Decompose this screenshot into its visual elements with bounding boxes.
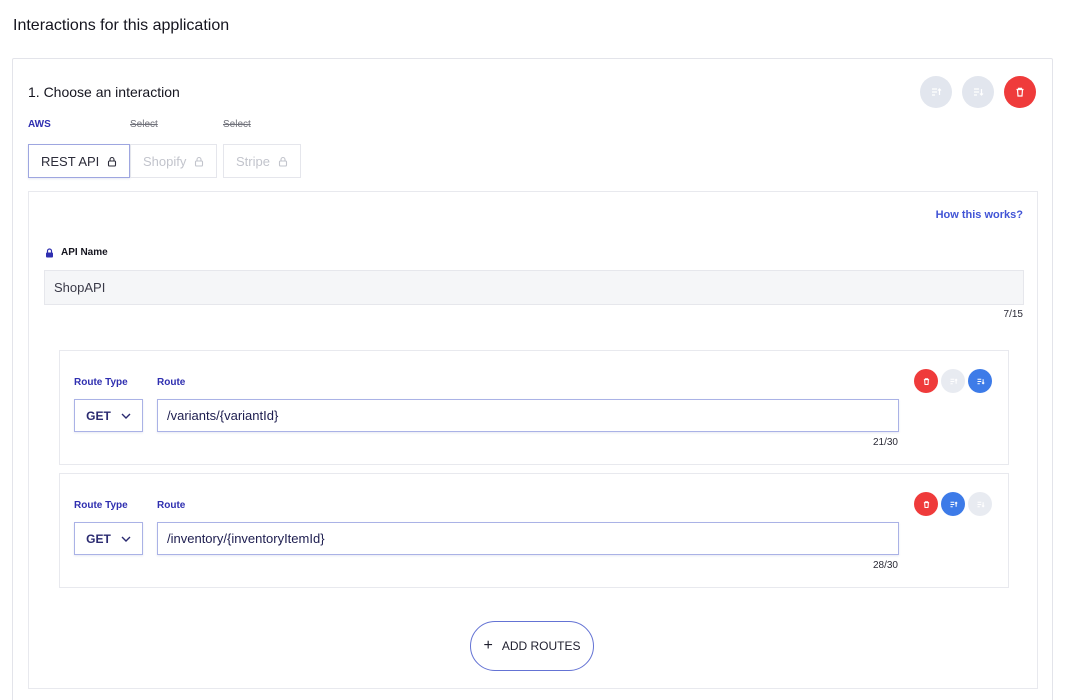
route-type-select[interactable]: GET xyxy=(74,522,143,555)
provider-option-stripe[interactable]: Stripe xyxy=(223,144,301,178)
move-up-icon xyxy=(950,378,958,384)
lock-icon xyxy=(108,156,117,167)
provider-option-label: Stripe xyxy=(236,153,270,169)
plus-icon: + xyxy=(483,637,493,654)
route-path-input[interactable]: /inventory/{inventoryItemId} xyxy=(157,522,899,555)
move-down-icon xyxy=(974,88,984,96)
chevron-down-icon xyxy=(121,536,131,542)
delete-route-button[interactable] xyxy=(914,492,938,516)
move-down-button[interactable] xyxy=(962,76,994,108)
route-path-value: /inventory/{inventoryItemId} xyxy=(167,531,325,546)
route-label: Route xyxy=(157,500,186,511)
route-type-select[interactable]: GET xyxy=(74,399,143,432)
move-down-icon xyxy=(977,378,985,384)
route-method-value: GET xyxy=(86,408,111,423)
add-routes-label: ADD ROUTES xyxy=(501,639,581,653)
add-routes-button[interactable]: + ADD ROUTES xyxy=(470,621,594,671)
provider-stripe: Select Stripe xyxy=(223,119,301,178)
move-route-up-button[interactable] xyxy=(941,369,965,393)
page-title: Interactions for this application xyxy=(13,17,230,34)
api-name-value: ShopAPI xyxy=(54,280,106,295)
api-name-counter: 7/15 xyxy=(1003,309,1023,320)
move-up-icon xyxy=(932,88,942,96)
route-method-value: GET xyxy=(86,531,111,546)
route-type-label: Route Type xyxy=(74,500,128,511)
move-up-button[interactable] xyxy=(920,76,952,108)
route-type-label: Route Type xyxy=(74,377,128,388)
move-route-down-button[interactable] xyxy=(968,492,992,516)
trash-icon xyxy=(1016,87,1024,97)
route-card: Route Type Route GET /inventory/{invento… xyxy=(59,473,1009,588)
api-name-label: API Name xyxy=(45,247,108,258)
trash-icon xyxy=(923,377,929,385)
move-route-up-button[interactable] xyxy=(941,492,965,516)
route-card: Route Type Route GET /variants/{variantI… xyxy=(59,350,1009,465)
move-up-icon xyxy=(950,501,958,507)
provider-aws: AWS REST API xyxy=(28,119,131,178)
route-path-input[interactable]: /variants/{variantId} xyxy=(157,399,899,432)
provider-label: Select xyxy=(130,119,158,130)
interaction-card: 1. Choose an interaction AWS REST API Se… xyxy=(12,58,1053,700)
provider-option-rest-api[interactable]: REST API xyxy=(28,144,131,178)
provider-label: AWS xyxy=(28,119,51,130)
delete-route-button[interactable] xyxy=(914,369,938,393)
provider-option-shopify[interactable]: Shopify xyxy=(130,144,218,178)
route-path-counter: 21/30 xyxy=(872,437,898,448)
route-actions xyxy=(914,492,992,516)
card-actions xyxy=(920,76,1036,108)
route-path-value: /variants/{variantId} xyxy=(167,408,279,423)
route-path-counter: 28/30 xyxy=(872,560,898,571)
provider-label: Select xyxy=(223,119,251,130)
move-down-icon xyxy=(977,501,985,507)
provider-option-label: Shopify xyxy=(143,153,187,169)
provider-option-label: REST API xyxy=(41,153,100,169)
how-this-works-link[interactable]: How this works? xyxy=(936,209,1023,221)
route-actions xyxy=(914,369,992,393)
lock-icon xyxy=(278,156,288,167)
api-name-label-text: API Name xyxy=(61,247,108,258)
lock-icon xyxy=(195,156,204,167)
interaction-title: 1. Choose an interaction xyxy=(28,84,180,100)
trash-icon xyxy=(923,500,929,508)
provider-shopify: Select Shopify xyxy=(130,119,218,178)
move-route-down-button[interactable] xyxy=(968,369,992,393)
delete-interaction-button[interactable] xyxy=(1004,76,1036,108)
route-label: Route xyxy=(157,377,186,388)
chevron-down-icon xyxy=(121,413,131,419)
lock-icon xyxy=(46,247,53,257)
rest-api-config-panel: How this works? API Name ShopAPI 7/15 Ro… xyxy=(28,191,1038,689)
api-name-input[interactable]: ShopAPI xyxy=(44,270,1024,305)
